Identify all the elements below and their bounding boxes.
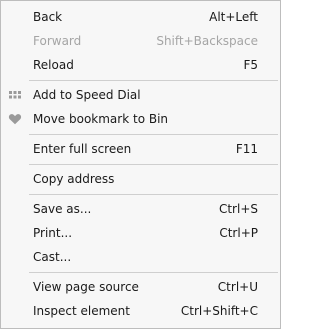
menu-item-enter-full-screen[interactable]: Enter full screen F11 [1, 137, 280, 161]
menu-item-shortcut: Ctrl+U [217, 280, 258, 294]
menu-item-label: Cast... [33, 250, 72, 264]
menu-item-save-as[interactable]: Save as... Ctrl+S [1, 197, 280, 221]
menu-item-inspect-element[interactable]: Inspect element Ctrl+Shift+C [1, 299, 280, 323]
menu-item-shortcut: Ctrl+P [219, 226, 258, 240]
menu-item-print[interactable]: Print... Ctrl+P [1, 221, 280, 245]
menu-item-cast[interactable]: Cast... [1, 245, 280, 269]
menu-item-shortcut: F5 [243, 58, 258, 72]
menu-item-label: Move bookmark to Bin [33, 112, 169, 126]
menu-item-add-to-speed-dial[interactable]: Add to Speed Dial [1, 83, 280, 107]
menu-item-label: Copy address [33, 172, 115, 186]
menu-item-copy-address[interactable]: Copy address [1, 167, 280, 191]
menu-item-label: Inspect element [33, 304, 130, 318]
menu-item-label: Enter full screen [33, 142, 132, 156]
menu-item-view-page-source[interactable]: View page source Ctrl+U [1, 275, 280, 299]
menu-item-forward: Forward Shift+Backspace [1, 29, 280, 53]
heart-icon [8, 112, 22, 126]
menu-item-label: Save as... [33, 202, 92, 216]
menu-item-reload[interactable]: Reload F5 [1, 53, 280, 77]
context-menu: Back Alt+Left Forward Shift+Backspace Re… [0, 0, 281, 329]
menu-item-shortcut: Ctrl+Shift+C [180, 304, 258, 318]
menu-item-back[interactable]: Back Alt+Left [1, 5, 280, 29]
menu-item-shortcut: Ctrl+S [218, 202, 258, 216]
menu-item-shortcut: Alt+Left [209, 10, 258, 24]
menu-item-label: Back [33, 10, 63, 24]
menu-item-label: Reload [33, 58, 74, 72]
speed-dial-grid-icon [8, 88, 22, 102]
menu-item-label: Print... [33, 226, 73, 240]
menu-item-shortcut: Shift+Backspace [156, 34, 258, 48]
menu-item-move-bookmark-to-bin[interactable]: Move bookmark to Bin [1, 107, 280, 131]
menu-item-label: View page source [33, 280, 139, 294]
menu-item-label: Forward [33, 34, 82, 48]
menu-item-shortcut: F11 [235, 142, 258, 156]
menu-item-label: Add to Speed Dial [33, 88, 141, 102]
